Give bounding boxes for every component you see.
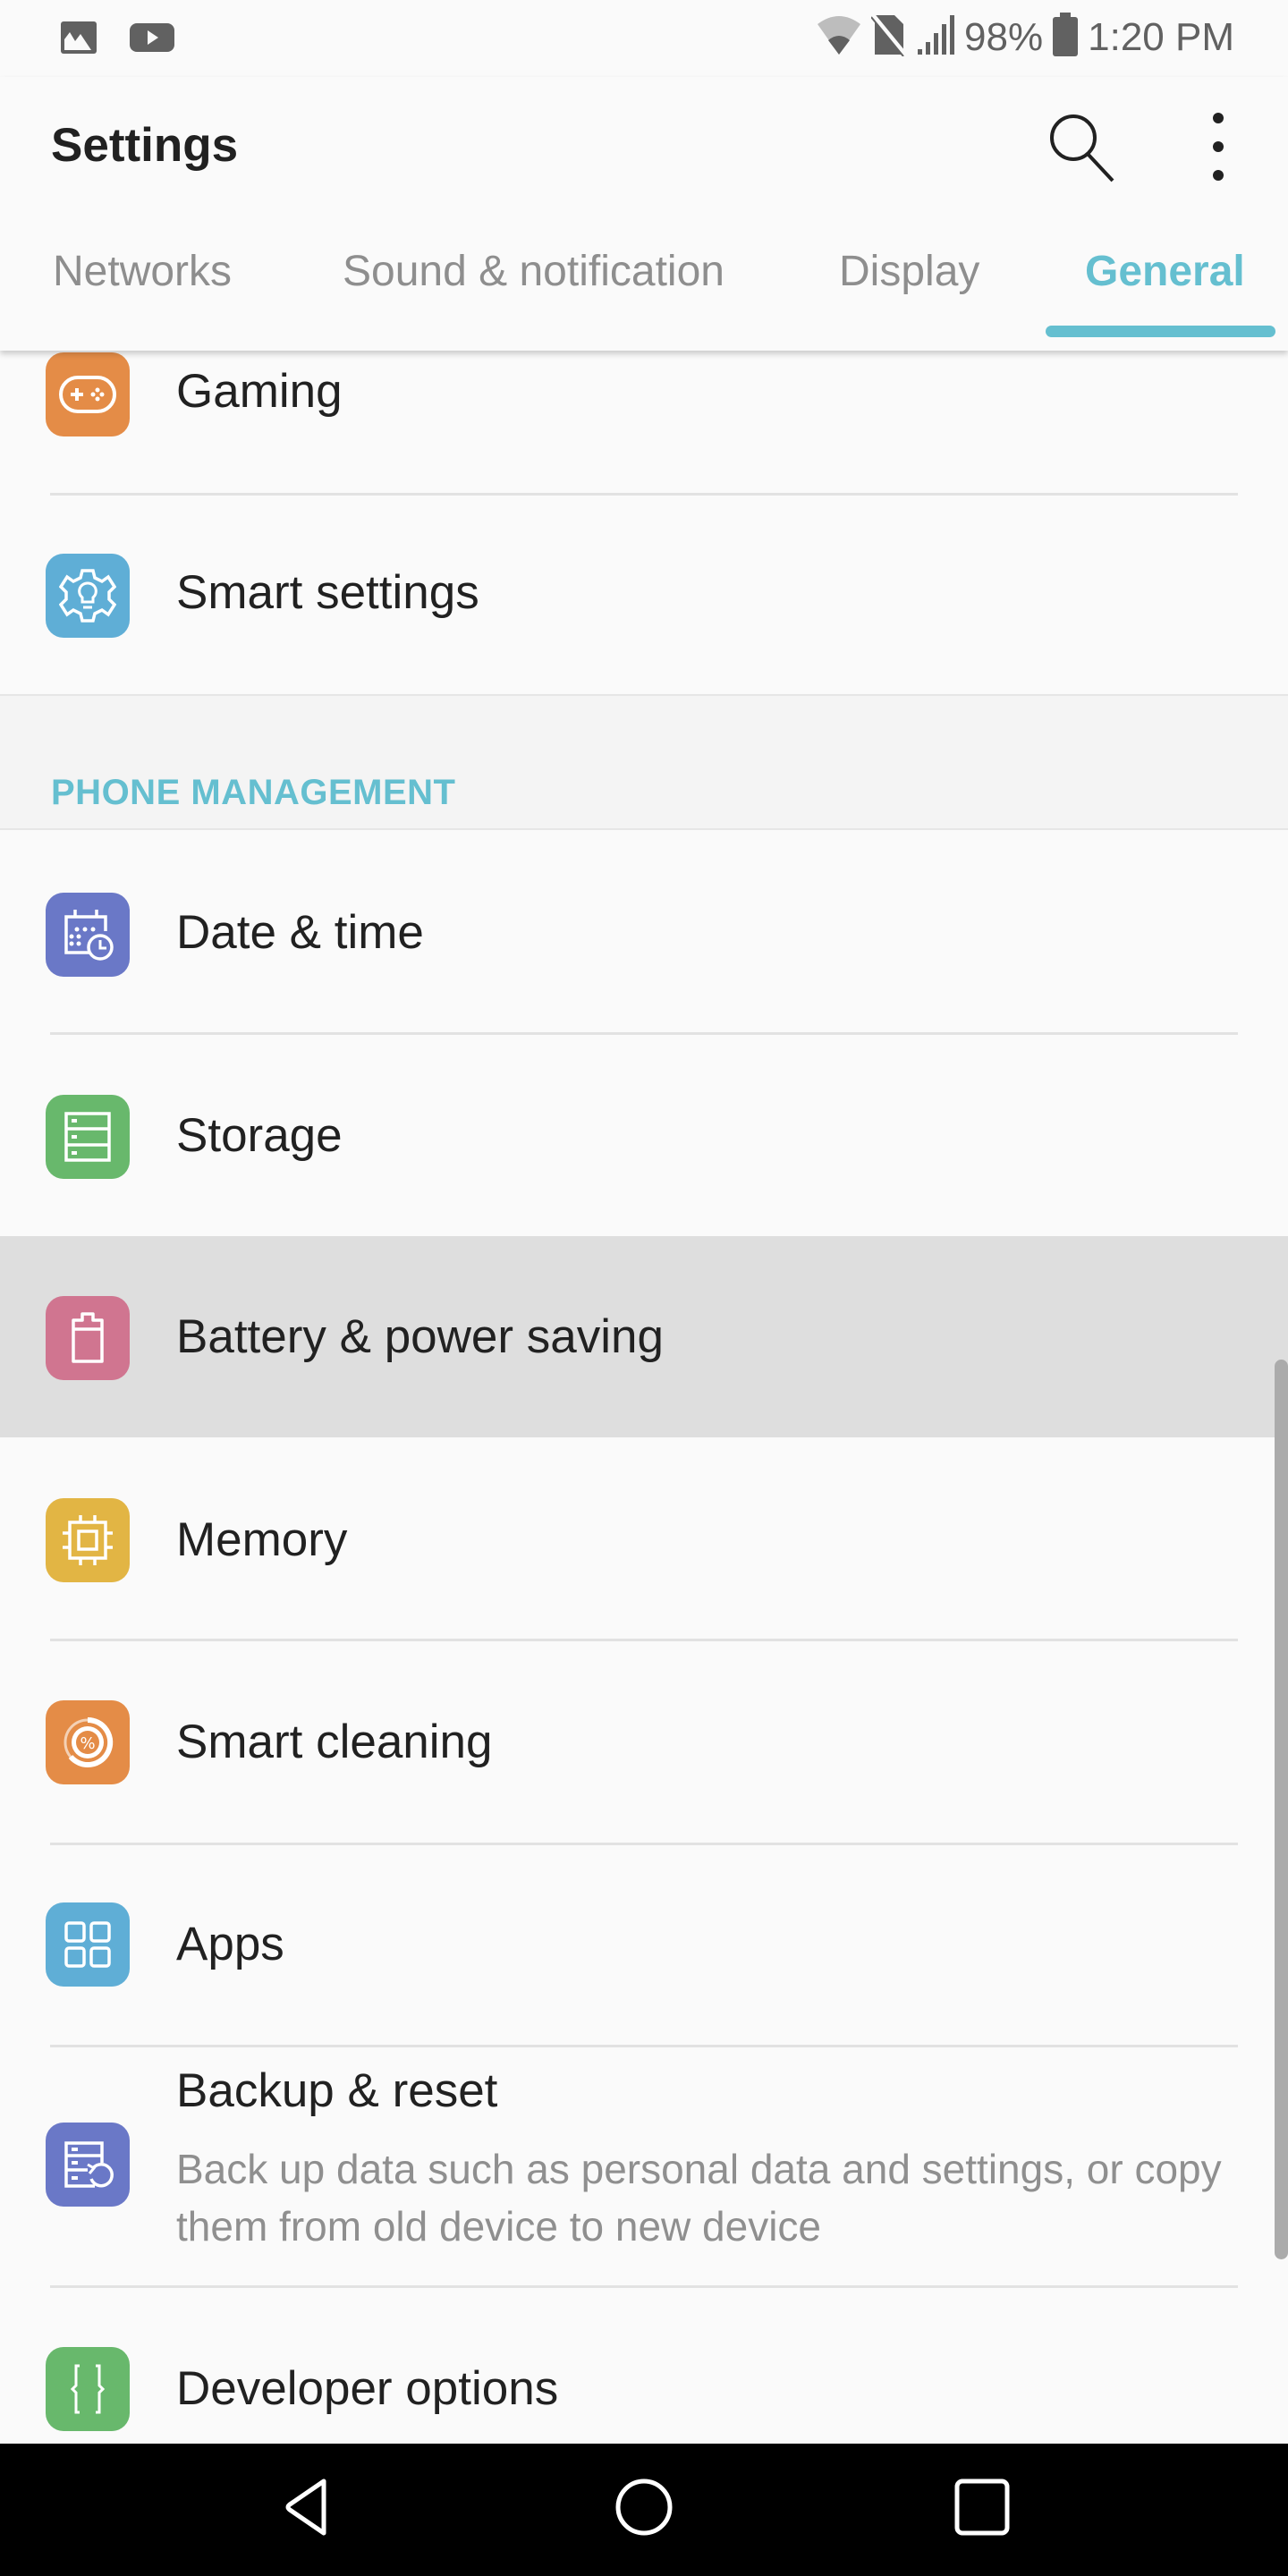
list-item-label: Backup & reset [176,2064,498,2117]
list-item-backup-reset[interactable]: Backup & reset Back up data such as pers… [0,2047,1288,2285]
apps-grid-icon [46,1902,130,1987]
list-item-label: Date & time [176,906,424,959]
list-item-date-time[interactable]: Date & time [0,832,1288,1030]
list-item-label: Apps [176,1918,284,1970]
youtube-notification-icon [129,20,175,60]
home-icon [615,2479,673,2536]
search-button[interactable] [1045,111,1116,182]
svg-text:%: % [80,1734,95,1753]
back-button[interactable] [272,2478,343,2537]
list-item-subtitle: Back up data such as personal data and s… [176,2146,1222,2250]
section-header-phone-management: PHONE MANAGEMENT [0,694,1288,830]
recents-icon [954,2479,1010,2536]
app-bar: Settings Networks Sound & notification D… [0,77,1288,351]
backup-restore-icon [46,2123,130,2207]
list-item-label: Battery & power saving [176,1310,664,1363]
list-item-gaming[interactable]: Gaming [0,351,1288,496]
tab-networks[interactable]: Networks [53,247,232,296]
tab-general[interactable]: General [1085,247,1245,296]
signal-icon [916,13,955,61]
search-icon [1050,114,1114,182]
list-item-label: Gaming [176,365,343,418]
list-item-label: Smart cleaning [176,1716,493,1768]
no-sim-icon [870,13,907,61]
navigation-bar [0,2444,1288,2576]
list-item-battery-power-saving[interactable]: Battery & power saving [0,1236,1288,1437]
calendar-clock-icon [46,893,130,977]
battery-percent: 98% [964,14,1044,59]
scrollbar[interactable] [1275,1360,1288,2259]
clock: 1:20 PM [1088,14,1234,59]
battery-icon [46,1296,130,1380]
gamepad-icon [46,352,130,436]
tab-display[interactable]: Display [839,247,979,296]
list-item-smart-settings[interactable]: Smart settings [0,496,1288,694]
list-item-apps[interactable]: Apps [0,1845,1288,2044]
battery-icon [1052,13,1079,62]
braces-icon [46,2347,130,2431]
settings-list: Gaming Smart settings PHONE MANAGEMENT D… [0,351,1288,2444]
list-item-label: Memory [176,1513,348,1566]
chip-icon [46,1498,130,1582]
list-item-memory[interactable]: Memory [0,1437,1288,1638]
list-item-storage[interactable]: Storage [0,1035,1288,1235]
list-item-developer-options[interactable]: Developer options [0,2288,1288,2444]
home-button[interactable] [608,2478,680,2537]
wifi-icon [816,13,862,61]
status-bar: 98% 1:20 PM [0,0,1288,77]
gear-bulb-icon [46,554,130,638]
more-options-button[interactable] [1194,109,1242,184]
gallery-notification-icon [59,20,98,60]
list-item-label: Storage [176,1109,343,1162]
cleaning-percent-icon: % [46,1700,130,1784]
recents-button[interactable] [946,2478,1018,2537]
section-title: PHONE MANAGEMENT [51,773,456,812]
list-item-label: Developer options [176,2362,559,2415]
more-vert-icon [1213,113,1224,181]
page-title: Settings [51,119,239,172]
tab-sound-notification[interactable]: Sound & notification [343,247,724,296]
list-item-label: Smart settings [176,566,479,619]
active-tab-indicator [1046,326,1275,337]
back-icon [285,2479,326,2536]
list-item-smart-cleaning[interactable]: % Smart cleaning [0,1641,1288,1842]
storage-icon [46,1095,130,1179]
